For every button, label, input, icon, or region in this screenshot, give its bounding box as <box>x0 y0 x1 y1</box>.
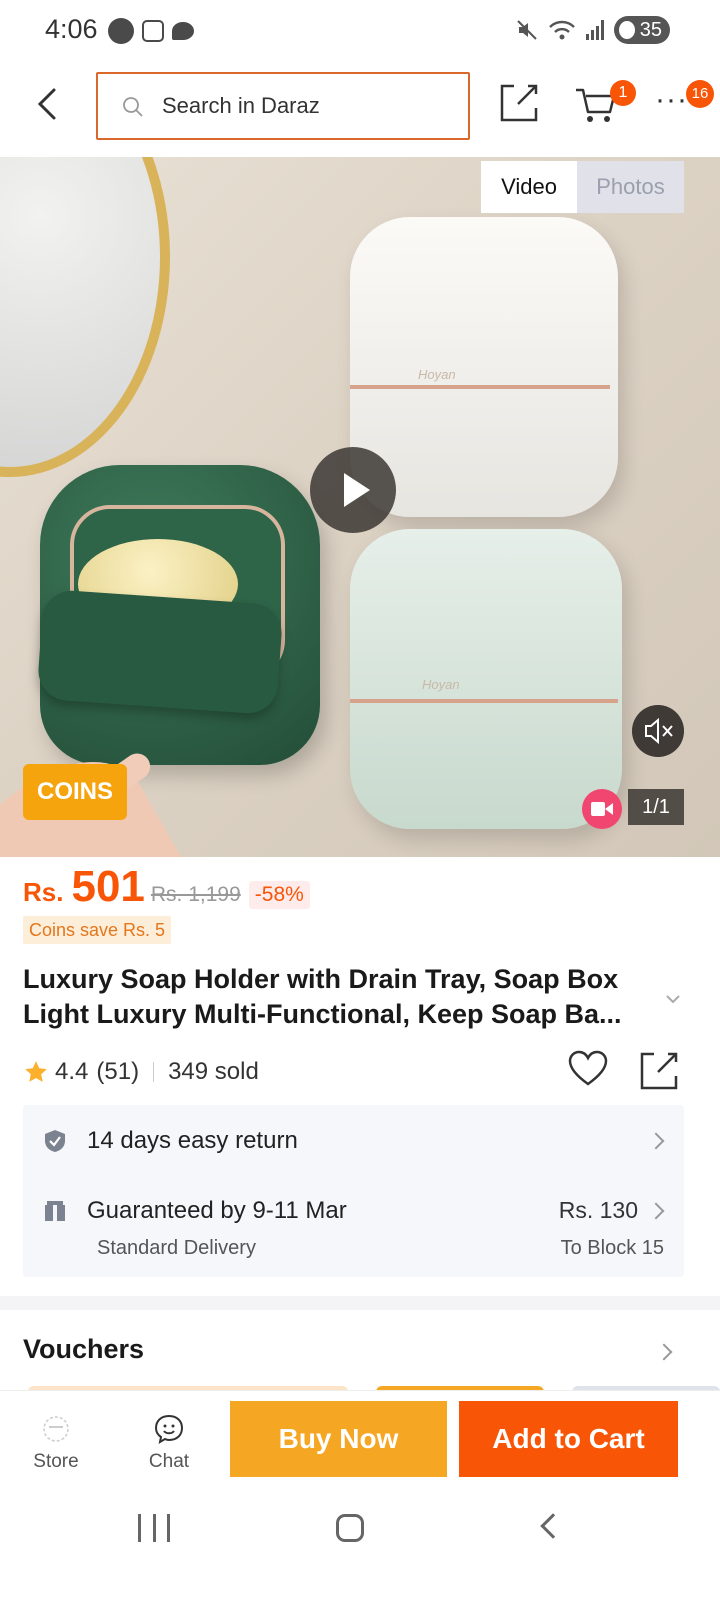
search-placeholder: Search in Daraz <box>162 93 320 118</box>
delivery-type: Standard Delivery <box>97 1237 256 1259</box>
shield-check-icon <box>45 1130 65 1152</box>
drain-tray-image <box>36 588 284 716</box>
more-options-button[interactable]: ··· <box>655 85 688 115</box>
price-currency: Rs. <box>23 877 64 907</box>
mute-icon <box>517 20 537 40</box>
chevron-right-icon <box>647 1132 665 1150</box>
cart-count-badge: 1 <box>610 80 636 106</box>
star-icon <box>25 1061 47 1082</box>
price-original: Rs. 1,199 <box>150 883 241 906</box>
store-button[interactable]: Store <box>16 1413 96 1473</box>
more-count-badge: 16 <box>686 80 714 108</box>
price-row: Rs. 501 Rs. 1,199 -58% <box>23 862 310 912</box>
price-current: 501 <box>71 862 145 911</box>
chat-button[interactable]: Chat <box>129 1413 209 1473</box>
delivery-date: Guaranteed by 9-11 Mar <box>87 1197 347 1224</box>
share-icon[interactable] <box>638 1050 680 1092</box>
play-icon[interactable] <box>310 447 396 533</box>
return-policy-row[interactable]: 14 days easy return <box>23 1105 684 1177</box>
vouchers-title[interactable]: Vouchers <box>23 1334 144 1365</box>
status-bar: 4:06 35 <box>0 0 720 62</box>
chevron-right-icon <box>647 1202 665 1220</box>
nav-back-icon[interactable] <box>540 1513 566 1539</box>
sold-count: 349 sold <box>168 1058 259 1085</box>
return-policy-text: 14 days easy return <box>87 1127 298 1154</box>
store-icon <box>43 1416 69 1442</box>
delivery-fee: Rs. 130 <box>558 1197 638 1223</box>
signal-icon <box>585 20 604 40</box>
section-divider <box>0 1296 720 1310</box>
coins-save-badge: Coins save Rs. 5 <box>23 916 172 944</box>
brand-mark: Hoyan <box>418 367 456 382</box>
package-icon <box>45 1201 65 1221</box>
tab-video[interactable]: Video <box>481 161 577 213</box>
home-icon[interactable] <box>336 1514 364 1542</box>
share-icon[interactable] <box>498 82 540 124</box>
gallery-icon <box>142 20 164 42</box>
search-input[interactable]: Search in Daraz <box>96 72 470 140</box>
chevron-down-icon[interactable] <box>664 990 682 1008</box>
search-icon <box>123 97 143 117</box>
system-nav-bar <box>0 1494 720 1600</box>
rating-row[interactable]: 4.4 (51) 349 sold <box>23 1054 259 1090</box>
video-camera-icon <box>582 789 622 829</box>
wifi-icon <box>548 20 575 40</box>
chevron-right-icon[interactable] <box>655 1343 673 1361</box>
delivery-row[interactable]: Guaranteed by 9-11 Mar Standard Delivery… <box>23 1185 684 1277</box>
tab-photos[interactable]: Photos <box>577 161 684 213</box>
bottom-action-bar: Store Chat Buy Now Add to Cart <box>0 1390 720 1494</box>
rating-count: (51) <box>96 1058 140 1085</box>
delivery-destination: To Block 15 <box>560 1237 664 1259</box>
buy-now-button[interactable]: Buy Now <box>230 1401 447 1477</box>
mirror-image <box>0 157 170 477</box>
top-header: Search in Daraz 1 ··· 16 <box>0 62 720 154</box>
service-card: 14 days easy return Guaranteed by 9-11 M… <box>23 1105 684 1277</box>
mute-video-icon[interactable] <box>632 705 684 757</box>
product-title[interactable]: Luxury Soap Holder with Drain Tray, Soap… <box>23 962 653 1032</box>
battery-indicator: 35 <box>613 16 670 44</box>
message-icon <box>172 22 194 40</box>
chat-label: Chat <box>148 1451 190 1472</box>
divider <box>153 1062 155 1082</box>
brand-mark: Hoyan <box>422 677 460 692</box>
notification-icons <box>108 18 194 44</box>
add-to-cart-button[interactable]: Add to Cart <box>459 1401 678 1477</box>
back-arrow-icon[interactable] <box>30 84 66 124</box>
record-icon <box>108 18 134 44</box>
wishlist-heart-icon[interactable] <box>568 1050 608 1088</box>
product-media[interactable]: Hoyan Hoyan Video Photos COINS 1/1 <box>0 157 720 857</box>
discount-badge: -58% <box>248 881 310 909</box>
soap-box-mint-image: Hoyan <box>350 529 622 829</box>
media-tabs: Video Photos <box>481 161 684 213</box>
recent-apps-icon[interactable] <box>138 1514 170 1544</box>
media-counter: 1/1 <box>628 789 684 825</box>
rating-score: 4.4 <box>55 1058 89 1085</box>
status-time: 4:06 <box>45 14 98 44</box>
chat-icon <box>154 1414 184 1445</box>
system-icons: 35 <box>516 16 670 44</box>
store-label: Store <box>33 1451 79 1472</box>
coins-tag: COINS <box>23 764 127 820</box>
